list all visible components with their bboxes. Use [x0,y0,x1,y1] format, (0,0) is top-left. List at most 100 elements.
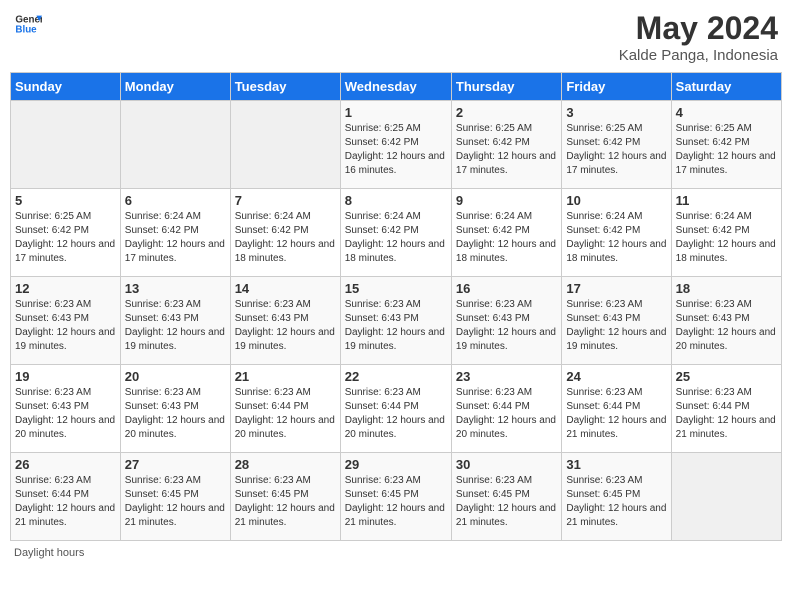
calendar-cell: 27 Sunrise: 6:23 AM Sunset: 6:45 PM Dayli… [120,453,230,541]
day-number: 11 [676,193,777,208]
day-number: 14 [235,281,336,296]
calendar-cell [11,101,121,189]
day-number: 10 [566,193,666,208]
location-subtitle: Kalde Panga, Indonesia [619,47,778,64]
column-header-thursday: Thursday [451,73,561,101]
day-number: 8 [345,193,447,208]
day-number: 26 [15,457,116,472]
calendar-cell: 1 Sunrise: 6:25 AM Sunset: 6:42 PM Daylig… [340,101,451,189]
day-number: 22 [345,369,447,384]
calendar-week-1: 1 Sunrise: 6:25 AM Sunset: 6:42 PM Daylig… [11,101,782,189]
page-header: General Blue May 2024 Kalde Panga, Indon… [10,10,782,64]
day-info: Sunrise: 6:25 AM Sunset: 6:42 PM Dayligh… [345,122,447,178]
day-info: Sunrise: 6:25 AM Sunset: 6:42 PM Dayligh… [566,122,666,178]
column-header-wednesday: Wednesday [340,73,451,101]
day-number: 5 [15,193,116,208]
day-info: Sunrise: 6:25 AM Sunset: 6:42 PM Dayligh… [676,122,777,178]
day-info: Sunrise: 6:23 AM Sunset: 6:45 PM Dayligh… [235,474,336,530]
day-number: 18 [676,281,777,296]
day-number: 9 [456,193,557,208]
day-info: Sunrise: 6:24 AM Sunset: 6:42 PM Dayligh… [345,210,447,266]
calendar-cell: 23 Sunrise: 6:23 AM Sunset: 6:44 PM Dayli… [451,365,561,453]
column-header-saturday: Saturday [671,73,781,101]
day-number: 2 [456,105,557,120]
calendar-cell: 15 Sunrise: 6:23 AM Sunset: 6:43 PM Dayli… [340,277,451,365]
calendar-cell: 6Sunrise: 6:24 AM Sunset: 6:42 PM Daylig… [120,189,230,277]
calendar-cell: 12Sunrise: 6:23 AM Sunset: 6:43 PM Dayli… [11,277,121,365]
day-info: Sunrise: 6:24 AM Sunset: 6:42 PM Dayligh… [235,210,336,266]
calendar-cell: 30 Sunrise: 6:23 AM Sunset: 6:45 PM Dayli… [451,453,561,541]
day-number: 16 [456,281,557,296]
day-info: Sunrise: 6:23 AM Sunset: 6:45 PM Dayligh… [345,474,447,530]
day-number: 13 [125,281,226,296]
calendar-cell: 16Sunrise: 6:23 AM Sunset: 6:43 PM Dayli… [451,277,561,365]
calendar-cell [671,453,781,541]
day-info: Sunrise: 6:24 AM Sunset: 6:42 PM Dayligh… [456,210,557,266]
svg-text:Blue: Blue [15,24,37,35]
calendar-cell: 31Sunrise: 6:23 AM Sunset: 6:45 PM Dayli… [562,453,671,541]
day-number: 29 [345,457,447,472]
day-number: 30 [456,457,557,472]
calendar-cell: 10 Sunrise: 6:24 AM Sunset: 6:42 PM Dayli… [562,189,671,277]
day-info: Sunrise: 6:23 AM Sunset: 6:43 PM Dayligh… [566,298,666,354]
day-info: Sunrise: 6:23 AM Sunset: 6:44 PM Dayligh… [235,386,336,442]
day-number: 17 [566,281,666,296]
day-number: 20 [125,369,226,384]
calendar-cell: 17 Sunrise: 6:23 AM Sunset: 6:43 PM Dayli… [562,277,671,365]
day-info: Sunrise: 6:23 AM Sunset: 6:43 PM Dayligh… [15,386,116,442]
day-number: 4 [676,105,777,120]
day-info: Sunrise: 6:23 AM Sunset: 6:43 PM Dayligh… [125,298,226,354]
calendar-cell: 29 Sunrise: 6:23 AM Sunset: 6:45 PM Dayli… [340,453,451,541]
title-area: May 2024 Kalde Panga, Indonesia [619,10,778,64]
day-number: 31 [566,457,666,472]
day-info: Sunrise: 6:23 AM Sunset: 6:44 PM Dayligh… [566,386,666,442]
column-header-friday: Friday [562,73,671,101]
calendar-cell: 8 Sunrise: 6:24 AM Sunset: 6:42 PM Daylig… [340,189,451,277]
calendar-cell: 24 Sunrise: 6:23 AM Sunset: 6:44 PM Dayli… [562,365,671,453]
day-info: Sunrise: 6:23 AM Sunset: 6:45 PM Dayligh… [456,474,557,530]
calendar-table: SundayMondayTuesdayWednesdayThursdayFrid… [10,72,782,541]
day-info: Sunrise: 6:25 AM Sunset: 6:42 PM Dayligh… [15,210,116,266]
day-number: 3 [566,105,666,120]
day-info: Sunrise: 6:23 AM Sunset: 6:43 PM Dayligh… [235,298,336,354]
calendar-cell: 11 Sunrise: 6:24 AM Sunset: 6:42 PM Dayli… [671,189,781,277]
column-header-monday: Monday [120,73,230,101]
calendar-cell: 26 Sunrise: 6:23 AM Sunset: 6:44 PM Dayli… [11,453,121,541]
calendar-week-5: 26 Sunrise: 6:23 AM Sunset: 6:44 PM Dayli… [11,453,782,541]
day-number: 21 [235,369,336,384]
calendar-cell: 7 Sunrise: 6:24 AM Sunset: 6:42 PM Daylig… [230,189,340,277]
calendar-week-3: 12Sunrise: 6:23 AM Sunset: 6:43 PM Dayli… [11,277,782,365]
day-number: 15 [345,281,447,296]
calendar-cell: 13 Sunrise: 6:23 AM Sunset: 6:43 PM Dayli… [120,277,230,365]
day-number: 1 [345,105,447,120]
day-info: Sunrise: 6:25 AM Sunset: 6:42 PM Dayligh… [456,122,557,178]
day-info: Sunrise: 6:23 AM Sunset: 6:45 PM Dayligh… [125,474,226,530]
column-header-sunday: Sunday [11,73,121,101]
day-number: 28 [235,457,336,472]
day-info: Sunrise: 6:24 AM Sunset: 6:42 PM Dayligh… [125,210,226,266]
day-info: Sunrise: 6:23 AM Sunset: 6:43 PM Dayligh… [676,298,777,354]
day-info: Sunrise: 6:23 AM Sunset: 6:43 PM Dayligh… [15,298,116,354]
calendar-cell: 28 Sunrise: 6:23 AM Sunset: 6:45 PM Dayli… [230,453,340,541]
calendar-week-4: 19Sunrise: 6:23 AM Sunset: 6:43 PM Dayli… [11,365,782,453]
day-number: 7 [235,193,336,208]
calendar-cell: 25 Sunrise: 6:23 AM Sunset: 6:44 PM Dayli… [671,365,781,453]
day-info: Sunrise: 6:24 AM Sunset: 6:42 PM Dayligh… [676,210,777,266]
calendar-cell: 2 Sunrise: 6:25 AM Sunset: 6:42 PM Daylig… [451,101,561,189]
calendar-cell: 19Sunrise: 6:23 AM Sunset: 6:43 PM Dayli… [11,365,121,453]
day-info: Sunrise: 6:23 AM Sunset: 6:43 PM Dayligh… [125,386,226,442]
day-info: Sunrise: 6:23 AM Sunset: 6:44 PM Dayligh… [676,386,777,442]
day-number: 25 [676,369,777,384]
calendar-cell [120,101,230,189]
calendar-cell: 14 Sunrise: 6:23 AM Sunset: 6:43 PM Dayli… [230,277,340,365]
calendar-cell: 18 Sunrise: 6:23 AM Sunset: 6:43 PM Dayli… [671,277,781,365]
calendar-cell: 9 Sunrise: 6:24 AM Sunset: 6:42 PM Daylig… [451,189,561,277]
day-info: Sunrise: 6:23 AM Sunset: 6:44 PM Dayligh… [456,386,557,442]
day-number: 24 [566,369,666,384]
day-info: Sunrise: 6:23 AM Sunset: 6:43 PM Dayligh… [345,298,447,354]
day-number: 27 [125,457,226,472]
day-number: 23 [456,369,557,384]
day-info: Sunrise: 6:23 AM Sunset: 6:44 PM Dayligh… [345,386,447,442]
day-info: Sunrise: 6:24 AM Sunset: 6:42 PM Dayligh… [566,210,666,266]
day-info: Sunrise: 6:23 AM Sunset: 6:44 PM Dayligh… [15,474,116,530]
